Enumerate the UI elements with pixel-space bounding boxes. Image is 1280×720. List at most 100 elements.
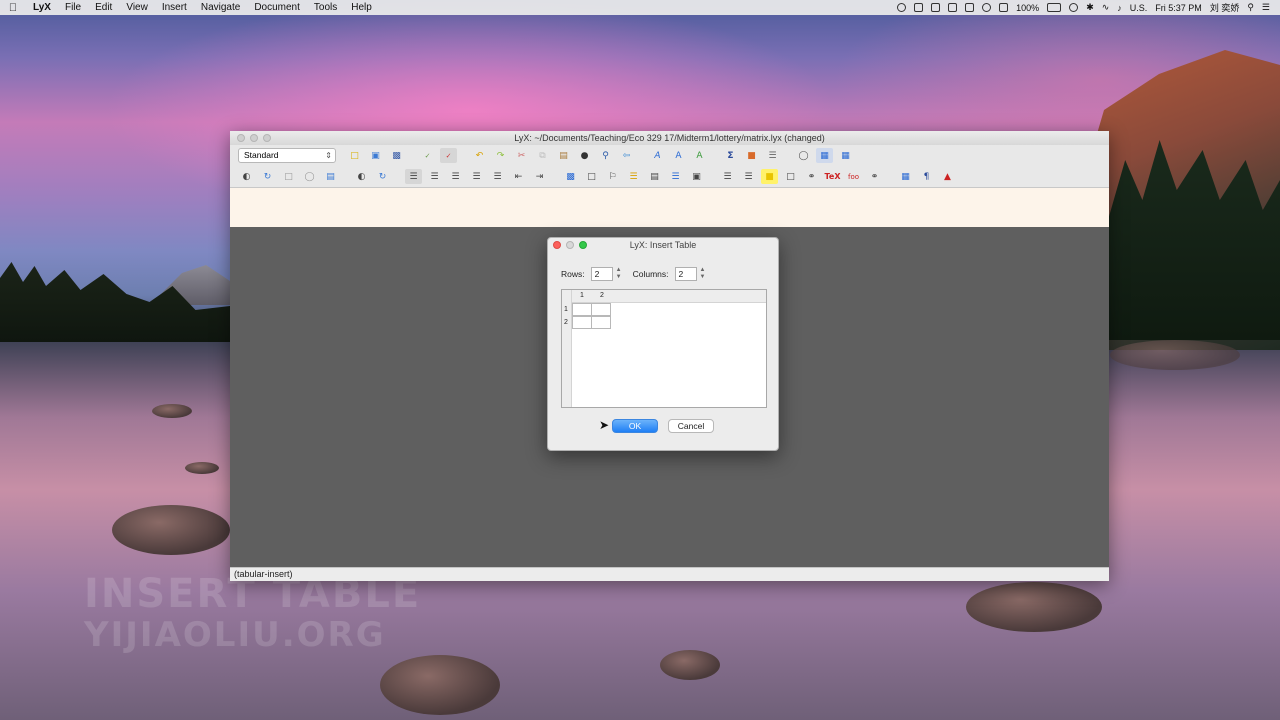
view-other-icon[interactable]: □ [280, 169, 297, 184]
font-style-icon[interactable]: A [670, 148, 687, 163]
insert-graphics-icon[interactable]: ■ [743, 148, 760, 163]
volume-icon[interactable]: ♪ [1117, 3, 1122, 13]
insert-index-icon[interactable]: ☰ [667, 169, 684, 184]
math-icon[interactable]: Σ [722, 148, 739, 163]
moon-icon[interactable] [982, 3, 992, 12]
menu-view[interactable]: View [119, 2, 155, 13]
grid-cell[interactable] [572, 316, 592, 329]
bluetooth-icon[interactable]: ✱ [1086, 2, 1094, 13]
insert-table-icon[interactable]: ▦ [837, 148, 854, 163]
save-icon[interactable]: ▩ [388, 148, 405, 163]
minimize-button[interactable] [250, 134, 258, 142]
insert-box-icon[interactable]: □ [583, 169, 600, 184]
clipboard-icon[interactable] [948, 3, 958, 12]
master-view-icon[interactable]: ◐ [353, 169, 370, 184]
master-update-icon[interactable]: ↻ [374, 169, 391, 184]
export-icon[interactable]: ▤ [322, 169, 339, 184]
insert-note-icon[interactable]: ■ [761, 169, 778, 184]
user-name[interactable]: 刘 奕娇 [1210, 1, 1240, 14]
update-icon[interactable]: ↻ [259, 169, 276, 184]
insert-list-icon[interactable]: ☰ [764, 148, 781, 163]
battery-percent[interactable]: 100% [1016, 3, 1039, 13]
close-button[interactable] [237, 134, 245, 142]
ok-button[interactable]: OK [612, 419, 658, 433]
emphasize-icon[interactable]: A [649, 148, 666, 163]
insert-tex-code-icon[interactable]: TeX [824, 169, 841, 184]
undo-icon[interactable]: ↶ [471, 148, 488, 163]
view-icon[interactable]: ◐ [238, 169, 255, 184]
insert-hyperlink-icon[interactable]: ⚭ [803, 169, 820, 184]
menu-edit[interactable]: Edit [88, 2, 119, 13]
grid-cell[interactable] [591, 316, 611, 329]
insert-footnote-icon[interactable]: ☰ [625, 169, 642, 184]
dialog-minimize-button[interactable] [566, 241, 574, 249]
depth-decrease-icon[interactable]: ⇤ [510, 169, 527, 184]
grid-cell[interactable] [591, 303, 611, 316]
new-document-icon[interactable]: □ [346, 148, 363, 163]
continuous-spellcheck-icon[interactable]: ✓ [440, 148, 457, 163]
dialog-titlebar[interactable]: LyX: Insert Table [548, 238, 778, 253]
redo-icon[interactable]: ↷ [492, 148, 509, 163]
screen-icon[interactable] [914, 3, 924, 12]
bullet-list-icon[interactable]: ☰ [426, 169, 443, 184]
dialog-zoom-button[interactable] [579, 241, 587, 249]
rows-stepper-icon[interactable]: ▲ ▼ [615, 267, 623, 281]
wifi-icon[interactable]: ∿ [1102, 2, 1110, 13]
columns-spinbox[interactable]: 2 [674, 267, 697, 281]
find-icon[interactable]: ● [576, 148, 593, 163]
menu-insert[interactable]: Insert [155, 2, 194, 13]
menu-tools[interactable]: Tools [307, 2, 344, 13]
menu-document[interactable]: Document [247, 2, 307, 13]
window-titlebar[interactable]: LyX: ~/Documents/Teaching/Eco 329 17/Mid… [230, 131, 1109, 145]
menu-app-name[interactable]: LyX [26, 2, 58, 13]
table-size-grid[interactable]: 1 2 1 2 [561, 289, 767, 408]
insert-citation-icon[interactable]: ☰ [740, 169, 757, 184]
clock[interactable]: Fri 5:37 PM [1155, 3, 1202, 13]
insert-url-icon[interactable]: ⚭ [866, 169, 883, 184]
insert-tabular-icon[interactable]: ▦ [897, 169, 914, 184]
paragraph-marks-icon[interactable]: ¶ [918, 169, 935, 184]
toc-icon[interactable]: ◯ [795, 148, 812, 163]
camera-icon[interactable] [965, 3, 975, 12]
back-arrow-icon[interactable]: ⇦ [618, 148, 635, 163]
menu-help[interactable]: Help [344, 2, 379, 13]
spellcheck-icon[interactable]: ✓ [419, 148, 436, 163]
spotlight-icon[interactable]: ⚲ [1247, 2, 1254, 13]
notification-center-icon[interactable]: ☰ [1262, 2, 1270, 13]
paste-icon[interactable]: ▤ [555, 148, 572, 163]
paragraph-layout-select[interactable]: Standard [238, 148, 336, 163]
document-area[interactable] [230, 188, 1109, 227]
insert-figure-icon[interactable]: ▩ [562, 169, 579, 184]
apple-menu-icon[interactable]:  [0, 2, 26, 14]
align-justify-icon[interactable]: ☰ [405, 169, 422, 184]
depth-increase-icon[interactable]: ⇥ [531, 169, 548, 184]
description-list-icon[interactable]: ☰ [468, 169, 485, 184]
cast-icon[interactable] [999, 3, 1009, 12]
text-style-icon[interactable]: A [691, 148, 708, 163]
insert-marginnote-icon[interactable]: ▤ [646, 169, 663, 184]
insert-math-icon[interactable]: ▲ [939, 169, 956, 184]
record-icon[interactable] [897, 3, 907, 12]
numbered-list-icon[interactable]: ☰ [447, 169, 464, 184]
open-folder-icon[interactable]: ▣ [367, 148, 384, 163]
copy-icon[interactable]: ⧉ [534, 148, 551, 163]
indent-less-icon[interactable]: ☰ [489, 169, 506, 184]
search-icon[interactable]: ⚲ [597, 148, 614, 163]
insert-paragraph-icon[interactable]: ☰ [719, 169, 736, 184]
view-source-icon[interactable]: ▦ [816, 148, 833, 163]
battery-icon[interactable] [1047, 3, 1062, 12]
grid-cell[interactable] [572, 303, 592, 316]
cancel-button[interactable]: Cancel [668, 419, 714, 433]
update-other-icon[interactable]: ◯ [301, 169, 318, 184]
stop-icon[interactable] [931, 3, 941, 12]
zoom-button[interactable] [263, 134, 271, 142]
cut-icon[interactable]: ✂ [513, 148, 530, 163]
columns-stepper-icon[interactable]: ▲ ▼ [699, 267, 707, 281]
insert-cross-reference-icon[interactable]: □ [782, 169, 799, 184]
insert-nomenclature-icon[interactable]: ▣ [688, 169, 705, 184]
input-source[interactable]: U.S. [1130, 3, 1148, 13]
menu-navigate[interactable]: Navigate [194, 2, 247, 13]
time-machine-icon[interactable] [1069, 3, 1079, 12]
dialog-close-button[interactable] [553, 241, 561, 249]
rows-spinbox[interactable]: 2 [590, 267, 613, 281]
